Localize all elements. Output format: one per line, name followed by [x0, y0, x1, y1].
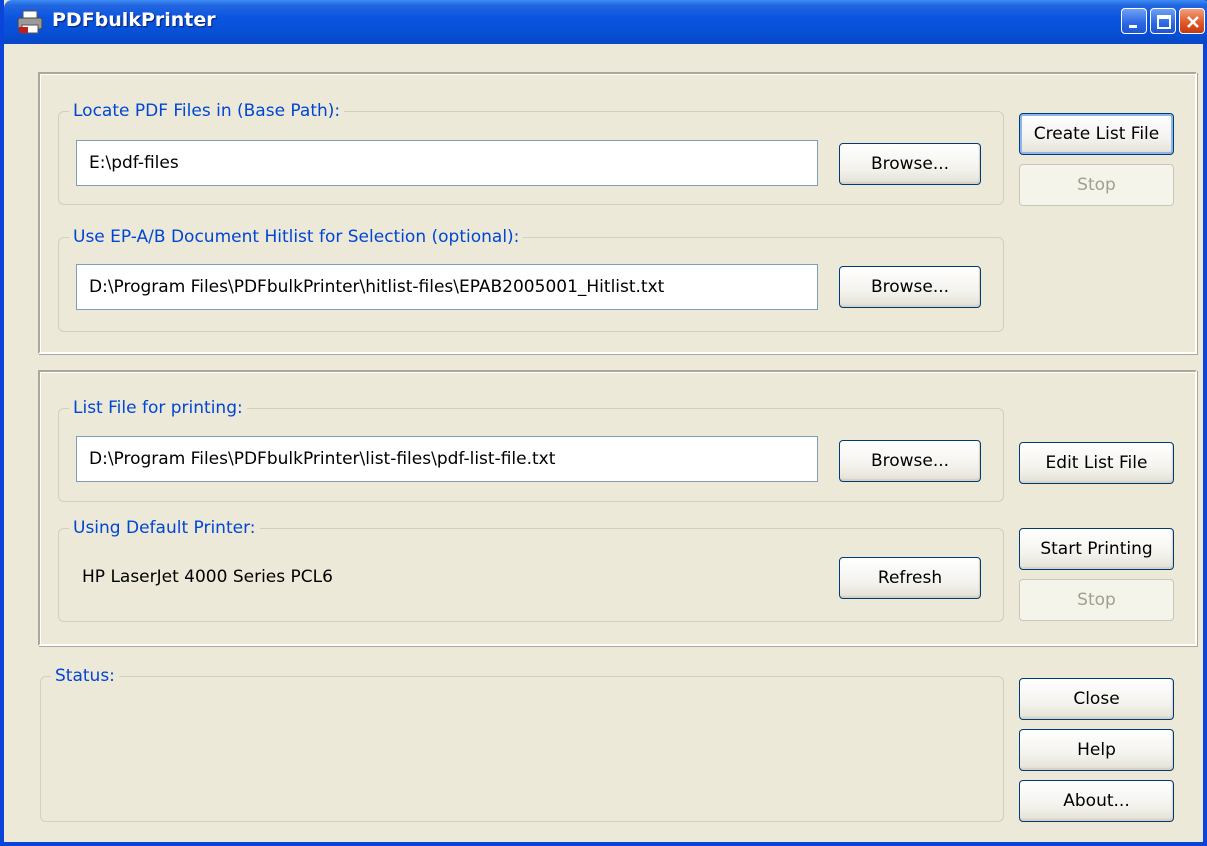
- stop-list-button[interactable]: Stop: [1019, 164, 1174, 206]
- browse-label: Browse...: [870, 451, 950, 471]
- about-label: About...: [1063, 791, 1130, 811]
- minimize-icon: [1129, 25, 1137, 28]
- stop-label: Stop: [1077, 590, 1116, 610]
- start-printing-button[interactable]: Start Printing: [1019, 528, 1174, 570]
- refresh-label: Refresh: [877, 568, 943, 588]
- status-label: Status:: [51, 665, 119, 687]
- hitlist-input[interactable]: D:\Program Files\PDFbulkPrinter\hitlist-…: [76, 264, 818, 310]
- help-button[interactable]: Help: [1019, 729, 1174, 771]
- edit-list-label: Edit List File: [1045, 453, 1148, 473]
- maximize-icon: [1157, 15, 1171, 29]
- browse-label: Browse...: [870, 154, 950, 174]
- base-path-input[interactable]: E:\pdf-files: [76, 140, 818, 186]
- close-icon: [1187, 16, 1199, 28]
- minimize-button[interactable]: [1121, 8, 1147, 34]
- browse-hitlist-button[interactable]: Browse...: [839, 266, 981, 308]
- status-group: Status:: [40, 665, 1004, 822]
- printer-app-icon: [17, 10, 43, 34]
- list-file-input[interactable]: D:\Program Files\PDFbulkPrinter\list-fil…: [76, 436, 818, 482]
- create-list-file-button[interactable]: Create List File: [1019, 113, 1174, 155]
- browse-base-path-button[interactable]: Browse...: [839, 143, 981, 185]
- browse-list-file-button[interactable]: Browse...: [839, 440, 981, 482]
- hitlist-label: Use EP-A/B Document Hitlist for Selectio…: [69, 226, 524, 248]
- close-label: Close: [1073, 689, 1120, 709]
- close-button[interactable]: Close: [1019, 678, 1174, 720]
- close-window-button[interactable]: [1179, 8, 1205, 34]
- printer-label: Using Default Printer:: [69, 517, 260, 539]
- stop-printing-button[interactable]: Stop: [1019, 579, 1174, 621]
- start-printing-label: Start Printing: [1040, 539, 1153, 559]
- stop-label: Stop: [1077, 175, 1116, 195]
- maximize-button[interactable]: [1150, 8, 1176, 34]
- printer-name: HP LaserJet 4000 Series PCL6: [82, 567, 333, 587]
- main-window: PDFbulkPrinter Locate PDF Files in (Base…: [0, 0, 1207, 846]
- refresh-printer-button[interactable]: Refresh: [839, 557, 981, 599]
- browse-label: Browse...: [870, 277, 950, 297]
- edit-list-file-button[interactable]: Edit List File: [1019, 442, 1174, 484]
- base-path-label: Locate PDF Files in (Base Path):: [69, 100, 345, 122]
- help-label: Help: [1077, 740, 1116, 760]
- title-bar[interactable]: PDFbulkPrinter: [4, 0, 1207, 44]
- create-list-label: Create List File: [1033, 124, 1160, 144]
- list-file-label: List File for printing:: [69, 397, 247, 419]
- window-title: PDFbulkPrinter: [52, 9, 216, 31]
- about-button[interactable]: About...: [1019, 780, 1174, 822]
